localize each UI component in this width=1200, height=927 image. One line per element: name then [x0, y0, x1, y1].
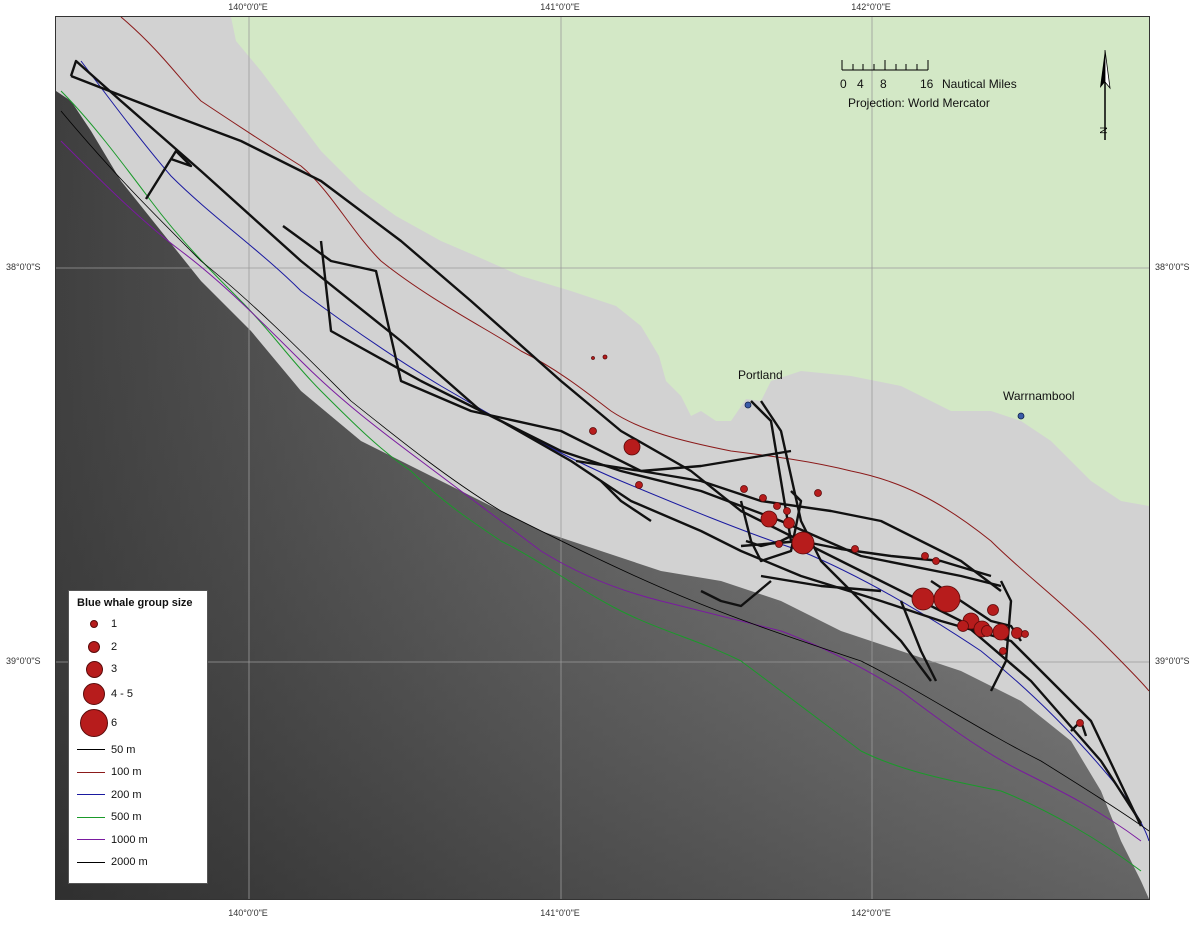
legend-contour-50m: 50 m: [77, 739, 199, 762]
north-label: N: [1099, 127, 1110, 134]
scale-tick-8: 8: [880, 77, 887, 91]
sighting-dot-icon: [80, 708, 108, 737]
town-marker-warrnambool[interactable]: [1017, 412, 1025, 420]
contour-line-icon: [77, 771, 105, 773]
graticule-label-right-38s: 38°0'0"S: [1155, 262, 1190, 272]
map-canvas[interactable]: [56, 17, 1149, 899]
sighting-dot-icon: [85, 660, 103, 678]
north-arrow-icon: N: [1095, 48, 1115, 148]
town-label-warrnambool: Warrnambool: [1003, 389, 1075, 403]
scale-unit: Nautical Miles: [942, 77, 1017, 91]
legend-contour-200m: 200 m: [77, 784, 199, 807]
scale-tick-0: 0: [840, 77, 847, 91]
contour-line-icon: [77, 839, 105, 841]
graticule-label-right-39s: 39°0'0"S: [1155, 656, 1190, 666]
sighting-dot-icon: [90, 620, 98, 629]
graticule-label-top-140e: 140°0'0"E: [228, 2, 268, 12]
map-frame[interactable]: [55, 16, 1150, 900]
graticule-label-bottom-141e: 141°0'0"E: [540, 908, 580, 918]
graticule-label-top-141e: 141°0'0"E: [540, 2, 580, 12]
sighting-dot-icon: [88, 640, 100, 653]
scale-bar-graphic: [841, 60, 929, 71]
contour-line-icon: [77, 861, 105, 863]
projection-label: Projection: World Mercator: [848, 96, 990, 110]
graticule-label-left-39s: 39°0'0"S: [6, 656, 41, 666]
legend-contour-100m: 100 m: [77, 761, 199, 784]
town-label-portland: Portland: [738, 368, 783, 382]
scale-tick-4: 4: [857, 77, 864, 91]
scale-tick-16: 16: [920, 77, 934, 91]
legend-title: Blue whale group size: [77, 597, 193, 609]
legend-contour-1000m: 1000 m: [77, 829, 199, 852]
graticule-label-left-38s: 38°0'0"S: [6, 262, 41, 272]
sighting-dot-icon: [83, 682, 105, 705]
legend-size-1: 1: [77, 613, 199, 636]
contour-line-icon: [77, 749, 105, 751]
scale-bar-labels: 0 4 8 16 Nautical Miles: [840, 77, 1040, 93]
legend-contour-500m: 500 m: [77, 806, 199, 829]
town-marker-portland[interactable]: [744, 401, 752, 409]
legend-size-2: 2: [77, 636, 199, 659]
contour-line-icon: [77, 794, 105, 796]
scale-bar: 0 4 8 16 Nautical Miles: [840, 56, 1040, 93]
graticule-label-top-142e: 142°0'0"E: [851, 2, 891, 12]
graticule-label-bottom-142e: 142°0'0"E: [851, 908, 891, 918]
graticule-label-bottom-140e: 140°0'0"E: [228, 908, 268, 918]
legend-size-4-5: 4 - 5: [77, 681, 199, 707]
legend-contour-2000m: 2000 m: [77, 851, 199, 874]
legend-size-6: 6: [77, 707, 199, 739]
legend-size-3: 3: [77, 658, 199, 681]
contour-line-icon: [77, 816, 105, 818]
map-legend: Blue whale group size 1 2 3 4 - 5 6 50 m…: [68, 590, 208, 884]
